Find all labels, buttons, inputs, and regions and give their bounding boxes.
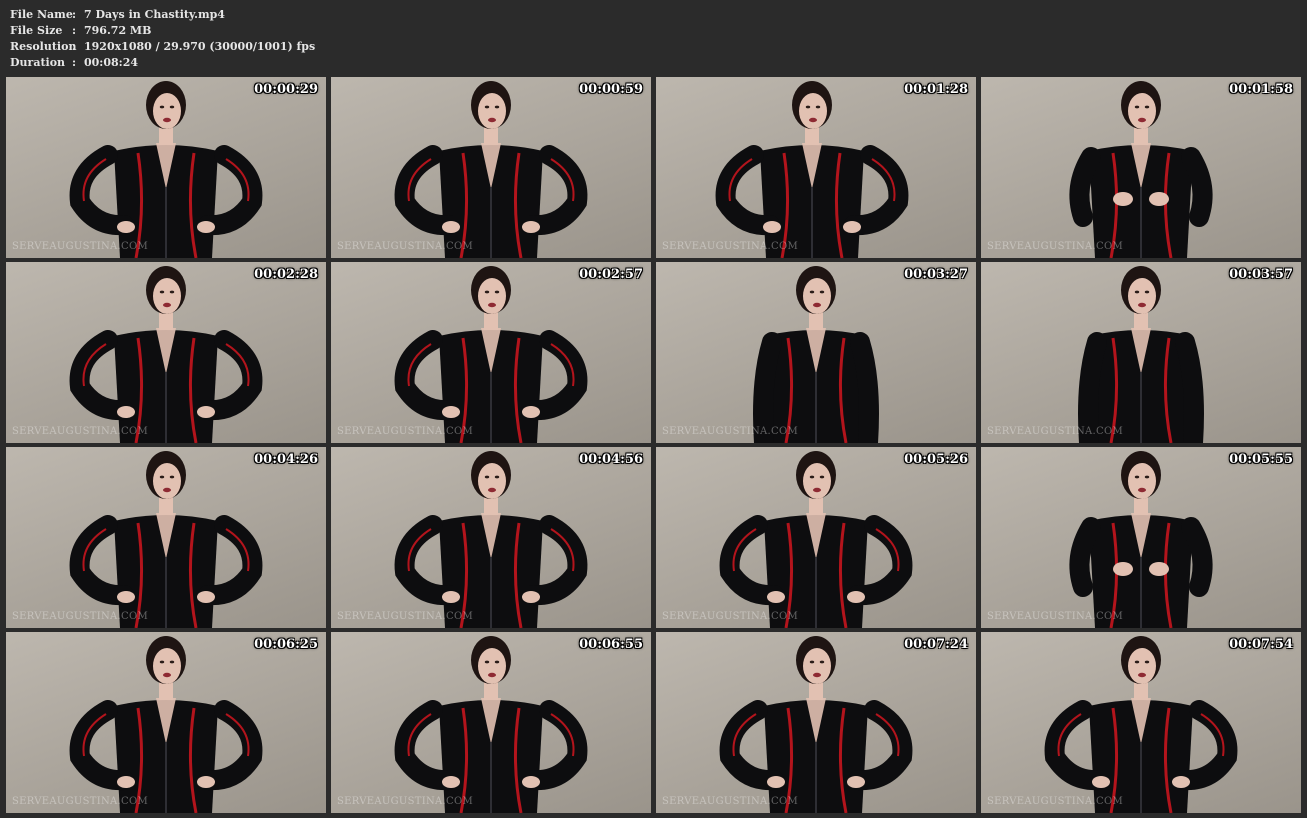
thumbnail-watermark: SERVEAUGUSTINA.COM: [662, 426, 799, 437]
thumbnail-timestamp: 00:02:57: [579, 267, 643, 282]
thumbnail-watermark: SERVEAUGUSTINA.COM: [662, 796, 799, 807]
thumbnail-frame-illustration: [1044, 636, 1238, 813]
thumbnail-timestamp: 00:01:28: [904, 82, 968, 97]
thumbnail-frame-illustration: [394, 636, 588, 813]
thumbnail-watermark: SERVEAUGUSTINA.COM: [987, 611, 1124, 622]
thumbnail-watermark: SERVEAUGUSTINA.COM: [662, 611, 799, 622]
thumbnail-watermark: SERVEAUGUSTINA.COM: [337, 796, 474, 807]
thumbnail-frame-illustration: [1069, 451, 1213, 628]
video-thumbnail[interactable]: 00:01:28 SERVEAUGUSTINA.COM: [656, 77, 976, 258]
duration-label: Duration: [10, 56, 66, 69]
thumbnail-timestamp: 00:03:57: [1229, 267, 1293, 282]
video-thumbnail[interactable]: 00:06:55 SERVEAUGUSTINA.COM: [331, 632, 651, 813]
thumbnail-timestamp: 00:05:26: [904, 452, 968, 467]
separator: :: [72, 8, 77, 21]
thumbnail-timestamp: 00:00:59: [579, 82, 643, 97]
file-info-header: File Name : 7 Days in Chastity.mp4 File …: [10, 7, 315, 71]
file-size-row: File Size : 796.72 MB: [10, 23, 315, 39]
video-thumbnail[interactable]: 00:06:25 SERVEAUGUSTINA.COM: [6, 632, 326, 813]
video-thumbnail[interactable]: 00:05:55 SERVEAUGUSTINA.COM: [981, 447, 1301, 628]
video-thumbnail[interactable]: 00:03:57 SERVEAUGUSTINA.COM: [981, 262, 1301, 443]
video-thumbnail[interactable]: 00:03:27 SERVEAUGUSTINA.COM: [656, 262, 976, 443]
thumbnail-frame-illustration: [719, 451, 913, 628]
thumbnail-timestamp: 00:01:58: [1229, 82, 1293, 97]
video-thumbnail[interactable]: 00:00:29 SERVEAUGUSTINA.COM: [6, 77, 326, 258]
thumbnail-grid: 00:00:29 SERVEAUGUSTINA.COM 00:00:59 SER…: [6, 77, 1301, 813]
thumbnail-frame-illustration: [394, 451, 588, 628]
video-thumbnail[interactable]: 00:07:24 SERVEAUGUSTINA.COM: [656, 632, 976, 813]
thumbnail-timestamp: 00:02:28: [254, 267, 318, 282]
video-thumbnail[interactable]: 00:04:56 SERVEAUGUSTINA.COM: [331, 447, 651, 628]
thumbnail-watermark: SERVEAUGUSTINA.COM: [337, 426, 474, 437]
thumbnail-frame-illustration: [753, 266, 879, 443]
file-name-label: File Name: [10, 8, 73, 21]
thumbnail-watermark: SERVEAUGUSTINA.COM: [987, 426, 1124, 437]
video-thumbnail[interactable]: 00:00:59 SERVEAUGUSTINA.COM: [331, 77, 651, 258]
thumbnail-timestamp: 00:04:56: [579, 452, 643, 467]
thumbnail-frame-illustration: [394, 266, 588, 443]
thumbnail-frame-illustration: [69, 636, 263, 813]
separator: :: [72, 24, 77, 37]
thumbnail-timestamp: 00:03:27: [904, 267, 968, 282]
thumbnail-timestamp: 00:07:54: [1229, 637, 1293, 652]
thumbnail-timestamp: 00:06:25: [254, 637, 318, 652]
thumbnail-watermark: SERVEAUGUSTINA.COM: [987, 796, 1124, 807]
thumbnail-watermark: SERVEAUGUSTINA.COM: [12, 611, 149, 622]
duration-value: 00:08:24: [84, 56, 139, 69]
thumbnail-frame-illustration: [394, 81, 588, 258]
duration-row: Duration : 00:08:24: [10, 55, 315, 71]
thumbnail-timestamp: 00:04:26: [254, 452, 318, 467]
thumbnail-timestamp: 00:06:55: [579, 637, 643, 652]
resolution-value: 1920x1080 / 29.970 (30000/1001) fps: [84, 40, 316, 53]
thumbnail-frame-illustration: [1078, 266, 1204, 443]
thumbnail-watermark: SERVEAUGUSTINA.COM: [12, 426, 149, 437]
thumbnail-frame-illustration: [719, 636, 913, 813]
resolution-row: Resolution : 1920x1080 / 29.970 (30000/1…: [10, 39, 315, 55]
file-name-row: File Name : 7 Days in Chastity.mp4: [10, 7, 315, 23]
video-thumbnail[interactable]: 00:01:58 SERVEAUGUSTINA.COM: [981, 77, 1301, 258]
resolution-label: Resolution: [10, 40, 77, 53]
video-thumbnail[interactable]: 00:02:28 SERVEAUGUSTINA.COM: [6, 262, 326, 443]
video-thumbnail[interactable]: 00:04:26 SERVEAUGUSTINA.COM: [6, 447, 326, 628]
thumbnail-frame-illustration: [69, 81, 263, 258]
separator: :: [72, 40, 77, 53]
thumbnail-frame-illustration: [69, 266, 263, 443]
thumbnail-watermark: SERVEAUGUSTINA.COM: [337, 241, 474, 252]
thumbnail-timestamp: 00:05:55: [1229, 452, 1293, 467]
thumbnail-timestamp: 00:00:29: [254, 82, 318, 97]
separator: :: [72, 56, 77, 69]
file-size-label: File Size: [10, 24, 63, 37]
thumbnail-timestamp: 00:07:24: [904, 637, 968, 652]
video-thumbnail[interactable]: 00:02:57 SERVEAUGUSTINA.COM: [331, 262, 651, 443]
thumbnail-watermark: SERVEAUGUSTINA.COM: [337, 611, 474, 622]
video-thumbnail[interactable]: 00:07:54 SERVEAUGUSTINA.COM: [981, 632, 1301, 813]
file-size-value: 796.72 MB: [84, 24, 152, 37]
thumbnail-watermark: SERVEAUGUSTINA.COM: [987, 241, 1124, 252]
thumbnail-watermark: SERVEAUGUSTINA.COM: [12, 241, 149, 252]
thumbnail-watermark: SERVEAUGUSTINA.COM: [662, 241, 799, 252]
file-name-value: 7 Days in Chastity.mp4: [84, 8, 225, 21]
thumbnail-frame-illustration: [69, 451, 263, 628]
thumbnail-frame-illustration: [715, 81, 909, 258]
video-thumbnail[interactable]: 00:05:26 SERVEAUGUSTINA.COM: [656, 447, 976, 628]
thumbnail-frame-illustration: [1069, 81, 1213, 258]
thumbnail-watermark: SERVEAUGUSTINA.COM: [12, 796, 149, 807]
